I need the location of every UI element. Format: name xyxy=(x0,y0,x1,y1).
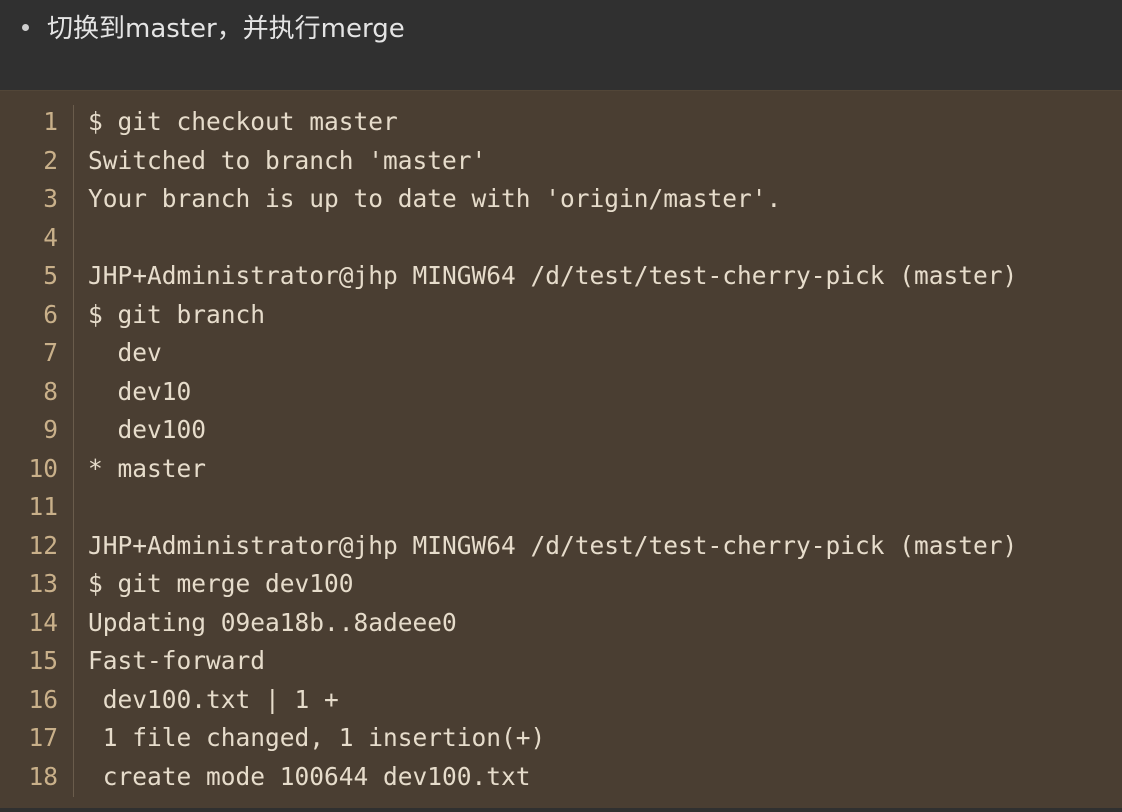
line-number: 18 xyxy=(28,761,58,791)
line-number: 7 xyxy=(43,338,58,367)
instruction-text: 切换到master，并执行merge xyxy=(47,13,405,44)
line-number: 13 xyxy=(28,569,58,598)
line-number: 14 xyxy=(28,607,58,637)
line-content[interactable]: Switched to branch 'master' xyxy=(88,142,486,181)
line-content[interactable]: Updating 09ea18b..8adeee0 xyxy=(88,604,457,643)
line-number: 1 xyxy=(43,107,58,136)
line-number: 12 xyxy=(28,530,58,560)
line-content[interactable]: dev xyxy=(88,334,162,373)
line-content[interactable]: create mode 100644 dev100.txt xyxy=(88,758,531,797)
code-block[interactable]: 1 $ git checkout master 2 Switched to bran… xyxy=(0,90,1122,808)
line-number: 10 xyxy=(28,453,58,483)
instruction-bullet-item: 切换到master，并执行merge xyxy=(22,6,405,46)
line-number: 4 xyxy=(43,222,58,252)
page: 切换到master，并执行merge 1 $ git checkout maste… xyxy=(0,0,1122,812)
line-number: 8 xyxy=(43,376,58,406)
line-content[interactable]: dev10 xyxy=(88,373,192,412)
line-number: 3 xyxy=(43,184,58,213)
line-content[interactable]: Fast-forward xyxy=(88,642,265,681)
line-content[interactable]: Your branch is up to date with 'origin/m… xyxy=(88,180,781,219)
line-number: 2 xyxy=(43,145,58,175)
line-number: 9 xyxy=(43,415,58,444)
line-content[interactable]: $ git merge dev100 xyxy=(88,565,354,604)
line-number: 6 xyxy=(43,299,58,329)
line-content[interactable]: * master xyxy=(88,450,206,489)
gutter-divider xyxy=(73,105,74,797)
line-content[interactable]: dev100.txt | 1 + xyxy=(88,681,339,720)
line-content[interactable]: JHP+Administrator@jhp MINGW64 /d/test/te… xyxy=(88,257,1017,296)
line-content[interactable]: 1 file changed, 1 insertion(+) xyxy=(88,719,546,758)
line-number: 17 xyxy=(28,723,58,752)
line-content[interactable]: JHP+Administrator@jhp MINGW64 /d/test/te… xyxy=(88,527,1017,566)
line-number: 15 xyxy=(28,646,58,675)
line-content[interactable]: $ git checkout master xyxy=(88,103,398,142)
bullet-dot-icon xyxy=(22,24,29,31)
line-content[interactable]: $ git branch xyxy=(88,296,265,335)
line-number: 5 xyxy=(43,261,58,290)
line-number: 16 xyxy=(28,684,58,714)
line-number: 11 xyxy=(28,492,58,521)
line-content[interactable]: dev100 xyxy=(88,411,207,450)
